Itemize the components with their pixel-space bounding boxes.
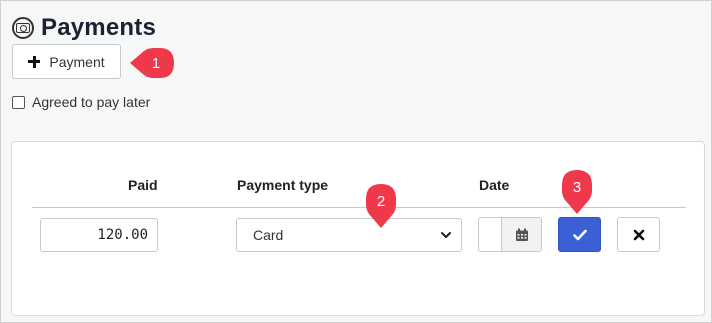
money-bill-icon: [12, 17, 34, 39]
agreed-pay-later-label: Agreed to pay later: [32, 94, 151, 110]
add-payment-button[interactable]: Payment: [12, 44, 121, 79]
marker-number-2: 2: [376, 192, 386, 210]
column-header-date: Date: [479, 177, 510, 193]
calendar-icon: [515, 228, 528, 241]
marker-number-3: 3: [572, 178, 582, 196]
date-input[interactable]: [479, 218, 502, 251]
column-header-payment-type: Payment type: [237, 177, 329, 193]
date-field-group: [478, 217, 542, 252]
payments-table-card: Paid Payment type Date 120.00 Card: [11, 141, 705, 316]
payment-type-value: Card: [253, 227, 284, 243]
calendar-button[interactable]: [502, 218, 541, 251]
plus-icon: [28, 55, 41, 68]
cancel-payment-button[interactable]: [617, 217, 660, 252]
chevron-down-icon: [441, 232, 451, 238]
page-header: Payments: [12, 14, 156, 42]
add-payment-label: Payment: [49, 53, 105, 70]
close-icon: [633, 229, 644, 240]
confirm-payment-button[interactable]: [558, 217, 601, 252]
annotation-marker-1: 1: [128, 46, 176, 80]
annotation-marker-3: 3: [560, 168, 594, 216]
paid-amount-input[interactable]: 120.00: [40, 218, 158, 252]
page-title: Payments: [41, 14, 156, 41]
payment-type-select[interactable]: Card: [236, 218, 462, 252]
annotation-marker-2: 2: [364, 182, 398, 230]
marker-number-1: 1: [151, 54, 161, 72]
check-icon: [572, 229, 587, 240]
agreed-pay-later-checkbox[interactable]: [12, 95, 25, 109]
agreed-pay-later-row: Agreed to pay later: [12, 94, 150, 110]
column-header-paid: Paid: [128, 177, 158, 193]
